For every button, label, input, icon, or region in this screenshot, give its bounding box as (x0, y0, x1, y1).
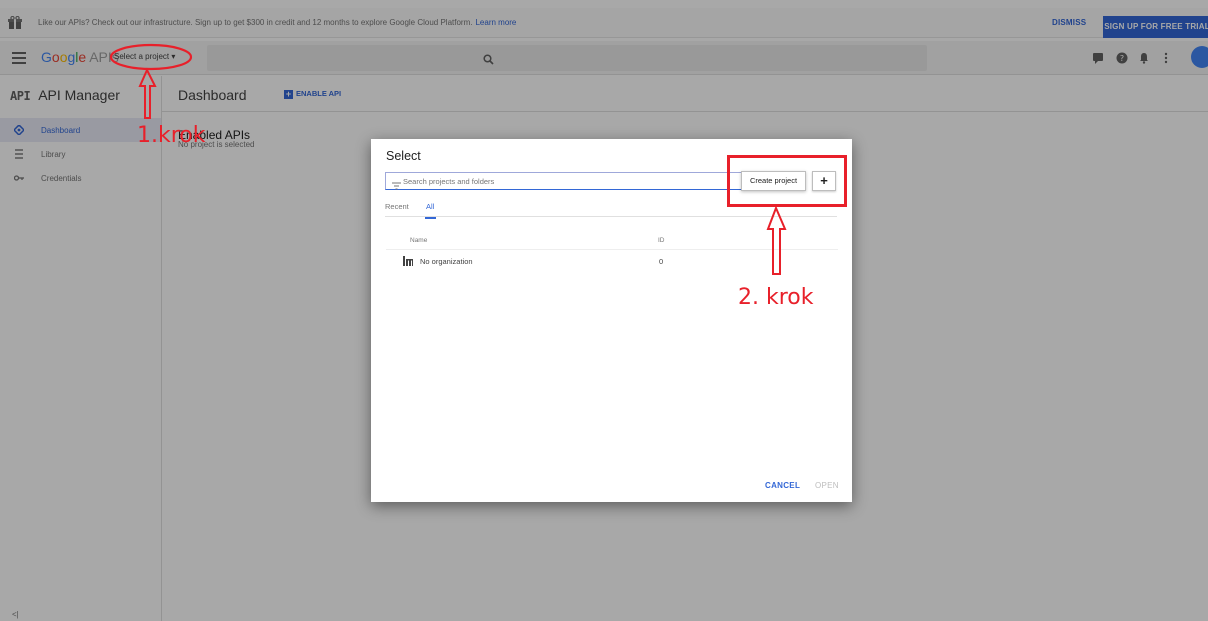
create-project-tooltip: Create project (741, 171, 806, 191)
organization-icon (403, 256, 413, 268)
create-project-button[interactable]: + (812, 171, 836, 191)
select-project-dialog: Select Create project + Recent All Name … (371, 139, 852, 502)
column-header-id[interactable]: ID (658, 237, 665, 244)
filter-icon (392, 177, 401, 195)
dialog-tabs: Recent All (385, 197, 837, 219)
tab-all[interactable]: All (424, 202, 437, 219)
row-id: 0 (659, 257, 664, 266)
dialog-title: Select (386, 149, 421, 163)
open-button[interactable]: OPEN (815, 481, 839, 490)
row-name: No organization (420, 257, 473, 266)
cancel-button[interactable]: CANCEL (765, 481, 800, 490)
column-header-name[interactable]: Name (410, 237, 427, 244)
tab-recent[interactable]: Recent (385, 202, 409, 211)
project-search-field[interactable] (385, 172, 747, 190)
project-search-input[interactable] (403, 175, 733, 187)
table-row[interactable]: No organization 0 (386, 254, 838, 270)
table-header: Name ID (386, 237, 838, 250)
